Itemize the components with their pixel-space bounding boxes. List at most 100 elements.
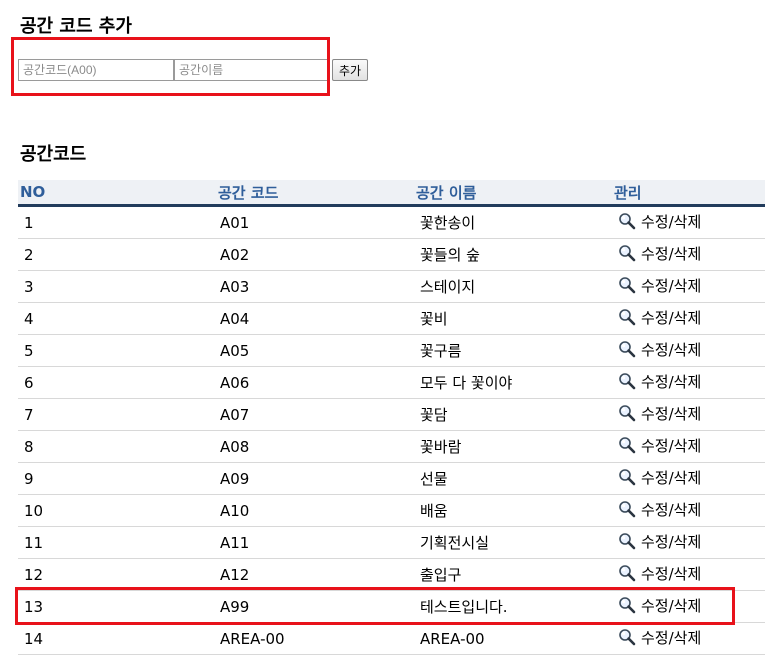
edit-delete-link[interactable]: 수정/삭제: [618, 435, 701, 456]
edit-delete-link[interactable]: 수정/삭제: [618, 563, 701, 584]
cell-space-code: A02: [216, 238, 414, 271]
cell-space-code: A12: [216, 558, 414, 591]
column-header-no: NO: [18, 180, 216, 207]
edit-delete-link[interactable]: 수정/삭제: [618, 403, 701, 424]
table-row: 11 A11 기획전시실 수정/삭제: [18, 526, 765, 559]
table-row: 2 A02 꽃들의 숲 수정/삭제: [18, 238, 765, 271]
cell-space-code: AREA-00: [216, 622, 414, 655]
edit-delete-label: 수정/삭제: [641, 500, 702, 519]
edit-delete-label: 수정/삭제: [641, 564, 702, 583]
cell-space-name: 선물: [414, 462, 612, 495]
cell-no: 8: [18, 430, 216, 463]
cell-space-name: 꽃구름: [414, 334, 612, 367]
cell-manage: 수정/삭제: [612, 334, 765, 367]
cell-space-name: 꽃들의 숲: [414, 238, 612, 271]
cell-no: 10: [18, 494, 216, 527]
table-row: 7 A07 꽃담 수정/삭제: [18, 398, 765, 431]
search-icon: [618, 276, 636, 294]
cell-no: 2: [18, 238, 216, 271]
search-icon: [618, 596, 636, 614]
search-icon: [618, 212, 636, 230]
table-row: 12 A12 출입구 수정/삭제: [18, 558, 765, 591]
cell-space-code: A04: [216, 302, 414, 335]
cell-space-name: 출입구: [414, 558, 612, 591]
edit-delete-link[interactable]: 수정/삭제: [618, 499, 701, 520]
cell-space-code: A09: [216, 462, 414, 495]
cell-no: 9: [18, 462, 216, 495]
edit-delete-link[interactable]: 수정/삭제: [618, 627, 701, 648]
table-row: 3 A03 스테이지 수정/삭제: [18, 270, 765, 303]
space-code-input[interactable]: [18, 59, 174, 81]
edit-delete-link[interactable]: 수정/삭제: [618, 595, 701, 616]
cell-manage: 수정/삭제: [612, 590, 765, 623]
list-section-title: 공간코드: [20, 144, 87, 165]
cell-space-name: 꽃바람: [414, 430, 612, 463]
search-icon: [618, 404, 636, 422]
search-icon: [618, 436, 636, 454]
edit-delete-link[interactable]: 수정/삭제: [618, 531, 701, 552]
cell-manage: 수정/삭제: [612, 398, 765, 431]
cell-space-code: A06: [216, 366, 414, 399]
cell-space-name: 꽃비: [414, 302, 612, 335]
search-icon: [618, 308, 636, 326]
cell-space-code: A08: [216, 430, 414, 463]
cell-no: 5: [18, 334, 216, 367]
search-icon: [618, 564, 636, 582]
table-row: 1 A01 꽃한송이 수정/삭제: [18, 205, 765, 239]
cell-manage: 수정/삭제: [612, 366, 765, 399]
cell-space-name: 스테이지: [414, 270, 612, 303]
cell-space-code: A05: [216, 334, 414, 367]
cell-no: 11: [18, 526, 216, 559]
cell-no: 12: [18, 558, 216, 591]
edit-delete-label: 수정/삭제: [641, 340, 702, 359]
cell-manage: 수정/삭제: [612, 526, 765, 559]
table-row: 8 A08 꽃바람 수정/삭제: [18, 430, 765, 463]
cell-space-name: 모두 다 꽃이야: [414, 366, 612, 399]
search-icon: [618, 372, 636, 390]
cell-no: 6: [18, 366, 216, 399]
edit-delete-label: 수정/삭제: [641, 596, 702, 615]
table-header-row: NO 공간 코드 공간 이름 관리: [18, 180, 765, 207]
edit-delete-link[interactable]: 수정/삭제: [618, 467, 701, 488]
cell-space-code: A07: [216, 398, 414, 431]
edit-delete-link[interactable]: 수정/삭제: [618, 307, 701, 328]
cell-space-name: AREA-00: [414, 622, 612, 655]
table-row: 14 AREA-00 AREA-00 수정/삭제: [18, 622, 765, 655]
cell-no: 4: [18, 302, 216, 335]
cell-space-code: A01: [216, 205, 414, 239]
table-row: 9 A09 선물 수정/삭제: [18, 462, 765, 495]
add-button[interactable]: 추가: [332, 59, 369, 81]
edit-delete-label: 수정/삭제: [641, 308, 702, 327]
cell-manage: 수정/삭제: [612, 270, 765, 303]
edit-delete-link[interactable]: 수정/삭제: [618, 243, 701, 264]
edit-delete-label: 수정/삭제: [641, 276, 702, 295]
cell-space-code: A10: [216, 494, 414, 527]
edit-delete-link[interactable]: 수정/삭제: [618, 371, 701, 392]
search-icon: [618, 244, 636, 262]
table-row: 6 A06 모두 다 꽃이야 수정/삭제: [18, 366, 765, 399]
cell-manage: 수정/삭제: [612, 558, 765, 591]
cell-space-code: A03: [216, 270, 414, 303]
column-header-code: 공간 코드: [216, 180, 414, 207]
space-code-table: NO 공간 코드 공간 이름 관리 1 A01 꽃한송이 수정/삭제 2 A02 꽃들의 숲…: [18, 180, 765, 655]
column-header-manage: 관리: [612, 180, 765, 207]
search-icon: [618, 468, 636, 486]
cell-manage: 수정/삭제: [612, 430, 765, 463]
space-name-input[interactable]: [174, 59, 330, 81]
cell-no: 1: [18, 205, 216, 239]
cell-no: 7: [18, 398, 216, 431]
cell-manage: 수정/삭제: [612, 494, 765, 527]
add-space-form: 추가: [18, 59, 369, 81]
search-icon: [618, 628, 636, 646]
table-row: 13 A99 테스트입니다. 수정/삭제: [18, 590, 765, 623]
cell-space-name: 기획전시실: [414, 526, 612, 559]
edit-delete-link[interactable]: 수정/삭제: [618, 211, 701, 232]
cell-space-name: 꽃한송이: [414, 205, 612, 239]
add-section-title: 공간 코드 추가: [20, 16, 132, 37]
cell-no: 14: [18, 622, 216, 655]
cell-space-name: 꽃담: [414, 398, 612, 431]
edit-delete-link[interactable]: 수정/삭제: [618, 339, 701, 360]
edit-delete-label: 수정/삭제: [641, 244, 702, 263]
cell-no: 13: [18, 590, 216, 623]
edit-delete-link[interactable]: 수정/삭제: [618, 275, 701, 296]
